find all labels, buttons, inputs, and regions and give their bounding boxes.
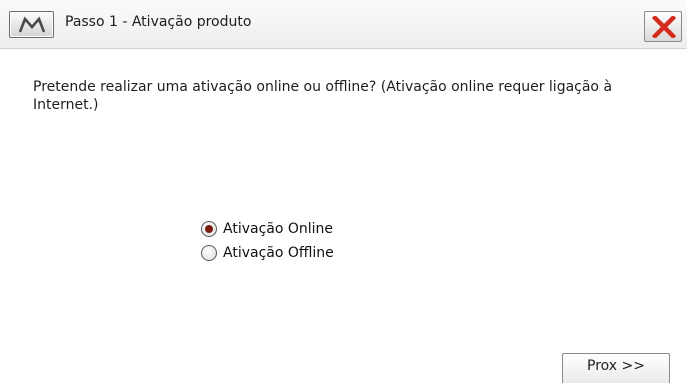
close-button[interactable] bbox=[644, 11, 682, 42]
menu-button[interactable] bbox=[9, 11, 54, 38]
next-button[interactable]: Prox >> bbox=[562, 353, 670, 383]
option-online-label[interactable]: Ativação Online bbox=[223, 221, 333, 237]
option-offline-label[interactable]: Ativação Offline bbox=[223, 245, 334, 261]
option-offline[interactable]: Ativação Offline bbox=[201, 241, 334, 265]
title-bar: Passo 1 - Ativação produto bbox=[0, 0, 687, 49]
radio-offline[interactable] bbox=[201, 245, 217, 261]
window-title: Passo 1 - Ativação produto bbox=[65, 14, 252, 30]
activation-question: Pretende realizar uma ativação online ou… bbox=[33, 79, 613, 113]
close-icon bbox=[652, 16, 676, 38]
activation-window: Passo 1 - Ativação produto Pretende real… bbox=[0, 0, 687, 383]
activation-type-radio-group: Ativação Online Ativação Offline bbox=[201, 217, 334, 265]
option-online[interactable]: Ativação Online bbox=[201, 217, 334, 241]
m-logo-icon bbox=[18, 16, 46, 33]
radio-online[interactable] bbox=[201, 221, 217, 237]
